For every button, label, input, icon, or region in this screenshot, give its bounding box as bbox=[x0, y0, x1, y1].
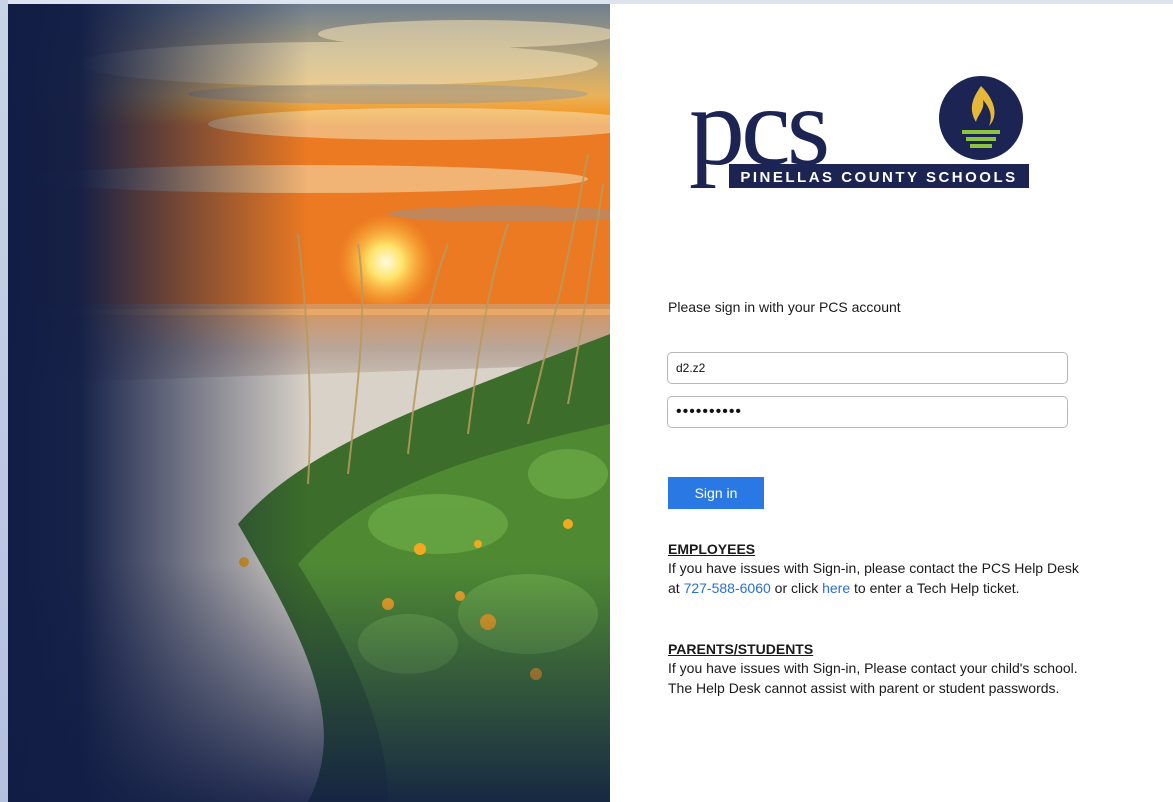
pcs-logo: pcs PINELLAS COUNTY SCHOOLS bbox=[689, 65, 1029, 198]
logo-tagline: PINELLAS COUNTY SCHOOLS bbox=[740, 169, 1017, 186]
tech-help-ticket-link[interactable]: here bbox=[822, 580, 850, 596]
employees-text-3: to enter a Tech Help ticket. bbox=[850, 580, 1020, 596]
employees-section: EMPLOYEES If you have issues with Sign-i… bbox=[668, 540, 1088, 598]
signin-panel: pcs PINELLAS COUNTY SCHOOLS Please sign … bbox=[610, 4, 1173, 802]
parents-heading: PARENTS/STUDENTS bbox=[668, 641, 814, 657]
window-edge bbox=[0, 0, 8, 802]
sign-in-button[interactable]: Sign in bbox=[668, 477, 764, 509]
help-desk-phone-link[interactable]: 727-588-6060 bbox=[684, 580, 771, 596]
password-field[interactable] bbox=[667, 396, 1068, 428]
username-field[interactable] bbox=[667, 352, 1068, 384]
employees-help-text: If you have issues with Sign-in, please … bbox=[668, 558, 1088, 598]
beach-sunset-image bbox=[8, 4, 610, 802]
parents-help-text: If you have issues with Sign-in, Please … bbox=[668, 660, 1078, 696]
employees-heading: EMPLOYEES bbox=[668, 541, 756, 557]
parents-section: PARENTS/STUDENTS If you have issues with… bbox=[668, 640, 1088, 698]
torch-icon bbox=[939, 76, 1023, 160]
employees-text-2: or click bbox=[770, 580, 823, 596]
signin-prompt: Please sign in with your PCS account bbox=[668, 299, 901, 315]
